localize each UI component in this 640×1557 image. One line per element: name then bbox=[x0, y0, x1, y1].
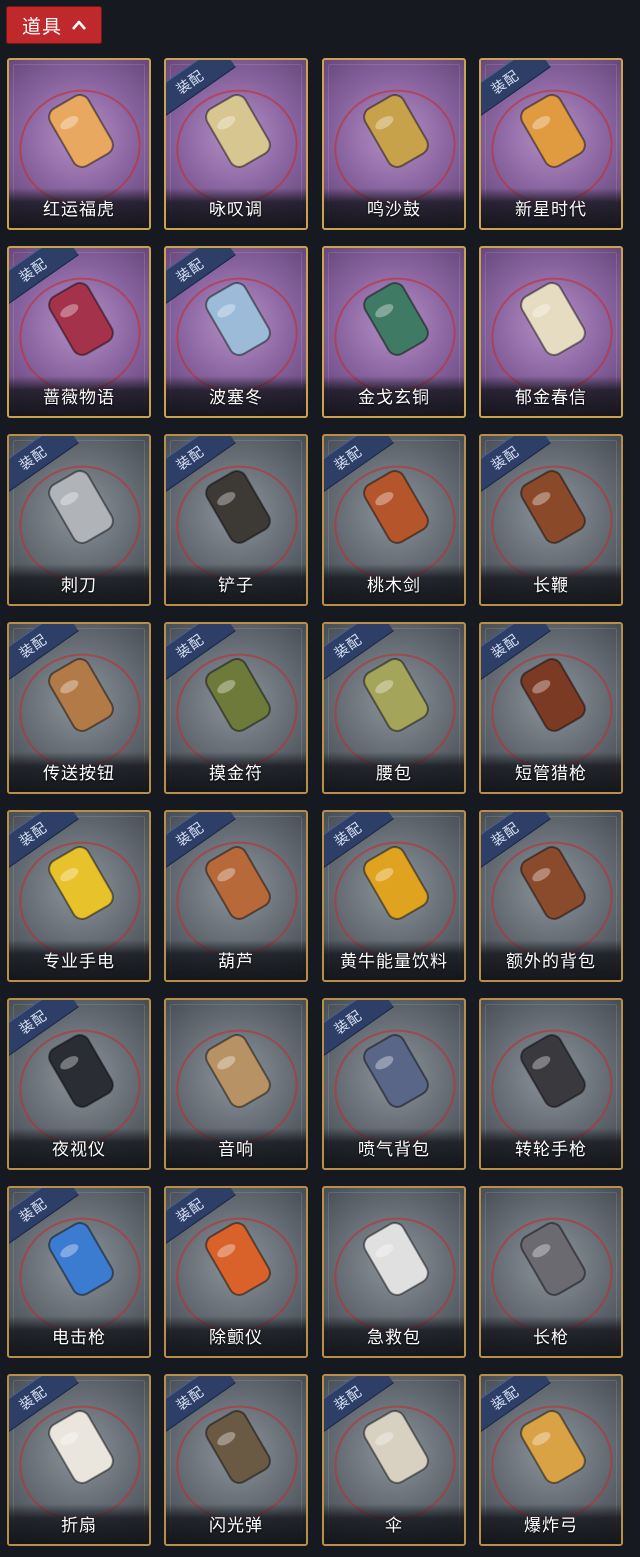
item-card[interactable]: 喷气背包 装配 bbox=[322, 998, 466, 1170]
item-card[interactable]: 电击枪 装配 bbox=[7, 1186, 151, 1358]
trident-staff-icon bbox=[205, 282, 271, 356]
item-name: 腰包 bbox=[376, 764, 412, 784]
item-card[interactable]: 音响 bbox=[164, 998, 308, 1170]
item-name: 爆炸弓 bbox=[524, 1516, 578, 1536]
flashbang-icon bbox=[205, 1410, 271, 1484]
item-card[interactable]: 葫芦 装配 bbox=[164, 810, 308, 982]
item-name: 长枪 bbox=[533, 1328, 569, 1348]
item-name: 刺刀 bbox=[61, 576, 97, 596]
item-name: 红运福虎 bbox=[43, 200, 115, 220]
item-card[interactable]: 红运福虎 bbox=[7, 58, 151, 230]
item-name: 波塞冬 bbox=[209, 388, 263, 408]
bayonet-icon bbox=[48, 470, 114, 544]
item-name: 夜视仪 bbox=[52, 1140, 106, 1160]
item-card[interactable]: 闪光弹 装配 bbox=[164, 1374, 308, 1546]
item-name: 蔷薇物语 bbox=[43, 388, 115, 408]
item-card[interactable]: 新星时代 装配 bbox=[479, 58, 623, 230]
item-name: 传送按钮 bbox=[43, 764, 115, 784]
teleport-button-icon bbox=[48, 658, 114, 732]
item-card[interactable]: 波塞冬 装配 bbox=[164, 246, 308, 418]
item-card[interactable]: 爆炸弓 装配 bbox=[479, 1374, 623, 1546]
talisman-tooth-icon bbox=[205, 658, 271, 732]
item-card[interactable]: 除颤仪 装配 bbox=[164, 1186, 308, 1358]
item-name: 新星时代 bbox=[515, 200, 587, 220]
flashlight-icon bbox=[48, 846, 114, 920]
explosive-bow-icon bbox=[520, 1410, 586, 1484]
item-name: 闪光弹 bbox=[209, 1516, 263, 1536]
item-card[interactable]: 咏叹调 装配 bbox=[164, 58, 308, 230]
item-name: 转轮手枪 bbox=[515, 1140, 587, 1160]
rose-medkit-icon bbox=[48, 282, 114, 356]
backpack-icon bbox=[520, 846, 586, 920]
item-card[interactable]: 金戈玄铜 bbox=[322, 246, 466, 418]
stun-gun-icon bbox=[48, 1222, 114, 1296]
item-card[interactable]: 长枪 bbox=[479, 1186, 623, 1358]
item-card[interactable]: 长鞭 装配 bbox=[479, 434, 623, 606]
revolver-ornate-icon bbox=[520, 94, 586, 168]
gourd-icon bbox=[205, 846, 271, 920]
whip-icon bbox=[520, 470, 586, 544]
item-card[interactable]: 摸金符 装配 bbox=[164, 622, 308, 794]
item-name: 额外的背包 bbox=[506, 952, 596, 972]
defibrillator-icon bbox=[205, 1222, 271, 1296]
item-card[interactable]: 专业手电 装配 bbox=[7, 810, 151, 982]
item-card[interactable]: 腰包 装配 bbox=[322, 622, 466, 794]
waist-bag-icon bbox=[363, 658, 429, 732]
item-name: 桃木剑 bbox=[367, 576, 421, 596]
item-card[interactable]: 蔷薇物语 装配 bbox=[7, 246, 151, 418]
first-aid-kit-icon bbox=[363, 1222, 429, 1296]
item-card[interactable]: 刺刀 装配 bbox=[7, 434, 151, 606]
item-name: 咏叹调 bbox=[209, 200, 263, 220]
paper-umbrella-icon bbox=[520, 282, 586, 356]
item-card[interactable]: 郁金春信 bbox=[479, 246, 623, 418]
item-card[interactable]: 伞装配 bbox=[322, 1374, 466, 1546]
item-card[interactable]: 铲子 装配 bbox=[164, 434, 308, 606]
item-card[interactable]: 鸣沙鼓 bbox=[322, 58, 466, 230]
item-name: 金戈玄铜 bbox=[358, 388, 430, 408]
item-name: 伞 bbox=[385, 1516, 403, 1536]
umbrella-icon bbox=[363, 1410, 429, 1484]
item-name: 葫芦 bbox=[218, 952, 254, 972]
item-card[interactable]: 传送按钮 装配 bbox=[7, 622, 151, 794]
item-name: 除颤仪 bbox=[209, 1328, 263, 1348]
item-card[interactable]: 急救包 bbox=[322, 1186, 466, 1358]
revolver-icon bbox=[520, 1034, 586, 1108]
item-card[interactable]: 额外的背包 装配 bbox=[479, 810, 623, 982]
item-card[interactable]: 黄牛能量饮料 装配 bbox=[322, 810, 466, 982]
item-name: 急救包 bbox=[367, 1328, 421, 1348]
birdcage-icon bbox=[205, 94, 271, 168]
spear-icon bbox=[520, 1222, 586, 1296]
energy-drink-icon bbox=[363, 846, 429, 920]
item-name: 短管猎枪 bbox=[515, 764, 587, 784]
item-name: 鸣沙鼓 bbox=[367, 200, 421, 220]
item-card[interactable]: 桃木剑 装配 bbox=[322, 434, 466, 606]
item-name: 黄牛能量饮料 bbox=[340, 952, 448, 972]
hand-drum-icon bbox=[363, 94, 429, 168]
item-card[interactable]: 夜视仪 装配 bbox=[7, 998, 151, 1170]
item-grid: 红运福虎 咏叹调 装配鸣沙鼓 新星时代 装配蔷薇物语 装配 波塞冬 装配金戈玄铜 郁金春信刺刀装… bbox=[0, 0, 640, 1557]
item-card[interactable]: 短管猎枪 装配 bbox=[479, 622, 623, 794]
item-name: 郁金春信 bbox=[515, 388, 587, 408]
night-vision-goggles-icon bbox=[48, 1034, 114, 1108]
item-name: 铲子 bbox=[218, 576, 254, 596]
item-name: 音响 bbox=[218, 1140, 254, 1160]
item-name: 长鞭 bbox=[533, 576, 569, 596]
sawed-off-shotgun-icon bbox=[520, 658, 586, 732]
jetpack-icon bbox=[363, 1034, 429, 1108]
item-name: 喷气背包 bbox=[358, 1140, 430, 1160]
item-card[interactable]: 转轮手枪 bbox=[479, 998, 623, 1170]
folding-fan-icon bbox=[48, 1410, 114, 1484]
bronze-grenade-icon bbox=[363, 282, 429, 356]
item-name: 专业手电 bbox=[43, 952, 115, 972]
shovel-icon bbox=[205, 470, 271, 544]
item-name: 摸金符 bbox=[209, 764, 263, 784]
wooden-sword-icon bbox=[363, 470, 429, 544]
tiger-plush-icon bbox=[48, 94, 114, 168]
item-card[interactable]: 折扇 装配 bbox=[7, 1374, 151, 1546]
item-name: 折扇 bbox=[61, 1516, 97, 1536]
item-name: 电击枪 bbox=[52, 1328, 106, 1348]
radio-speaker-icon bbox=[205, 1034, 271, 1108]
